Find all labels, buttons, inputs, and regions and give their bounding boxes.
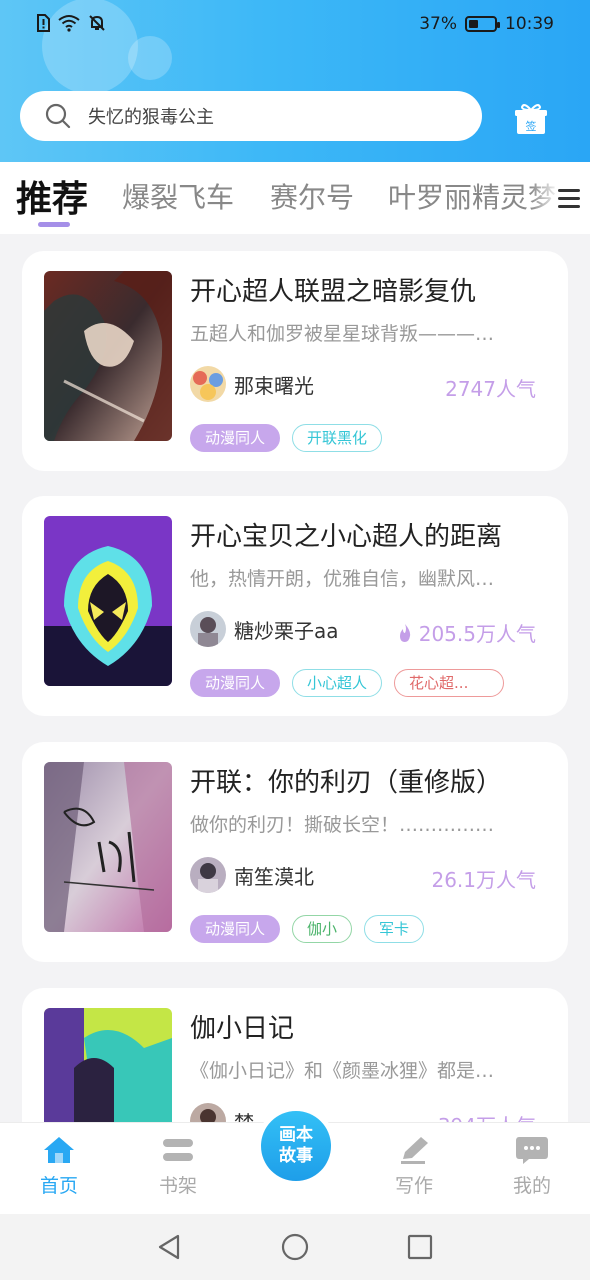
author-name: 那束曙光 [234,373,314,398]
story-card[interactable]: 开心超人联盟之暗影复仇 五超人和伽罗被星星球背叛———… 那束曙光 2747人气… [22,251,568,471]
popularity: 26.1万人气 [431,864,536,893]
system-nav-bar [0,1214,590,1280]
tag[interactable]: 军卡 [364,915,425,943]
clock: 10:39 [505,14,554,34]
search-icon [45,103,71,129]
search-bar[interactable]: 失忆的狠毒公主 [20,91,482,141]
popularity-count: 205.5万人气 [418,622,536,646]
nav-write[interactable]: 写作 [374,1135,454,1198]
category-tabs: 推荐 爆裂飞车 赛尔号 叶罗丽精灵梦 [0,162,590,234]
tab-recommend[interactable]: 推荐 [16,170,88,222]
home-icon [44,1137,74,1163]
tag[interactable]: 动漫同人 [190,669,281,697]
avatar[interactable] [190,611,226,647]
sim-alert-icon [37,14,50,32]
story-cover[interactable] [44,762,172,932]
tag[interactable]: 小心超人 [292,669,383,697]
tag[interactable]: 花心超... [394,669,505,697]
tag[interactable]: 动漫同人 [190,424,281,452]
popularity-count: 26.1万人气 [431,868,536,892]
story-card[interactable]: 开联：你的利刃（重修版） 做你的利刃！撕破长空！…………… 南笙漠北 26.1万… [22,742,568,962]
story-desc: 他，热情开朗，优雅自信，幽默风… [190,568,495,590]
nav-home[interactable]: 首页 [19,1135,99,1198]
wifi-icon [58,15,80,32]
chat-bubble-icon [516,1137,548,1164]
back-icon[interactable] [154,1232,184,1262]
nav-bookshelf-label: 书架 [158,1175,197,1197]
story-title[interactable]: 开心超人联盟之暗影复仇 [190,271,476,308]
nav-mine-label: 我的 [512,1175,551,1197]
bookshelf-icon [163,1139,193,1161]
story-title[interactable]: 开联：你的利刃（重修版） [190,762,502,799]
tag[interactable]: 伽小 [292,915,353,943]
header: 37% 10:39 失忆的狠毒公主 签 [0,0,590,162]
recents-icon[interactable] [406,1233,434,1261]
story-cover[interactable] [44,271,172,441]
checkin-label: 签 [526,119,537,133]
author-name: 糖炒栗子aa [234,618,339,643]
story-tags: 动漫同人 伽小 军卡 [190,915,425,943]
story-title[interactable]: 开心宝贝之小心超人的距离 [190,516,502,553]
popularity-count: 2747人气 [445,377,536,401]
nav-home-label: 首页 [39,1175,78,1197]
mute-bell-icon [89,15,105,31]
story-desc: 五超人和伽罗被星星球背叛———… [190,323,495,345]
story-tags: 动漫同人 小心超人 花心超... [190,669,505,697]
story-desc: 《伽小日记》和《颜墨冰狸》都是… [190,1060,495,1082]
tab-saierhao[interactable]: 赛尔号 [270,176,354,216]
tag[interactable]: 开联黑化 [292,424,383,452]
status-bar: 37% 10:39 [0,12,590,40]
tab-baolie-feiche[interactable]: 爆裂飞车 [122,176,234,216]
story-card[interactable]: 开心宝贝之小心超人的距离 他，热情开朗，优雅自信，幽默风… 糖炒栗子aa 205… [22,496,568,716]
avatar[interactable] [190,857,226,893]
nav-mine[interactable]: 我的 [492,1135,572,1198]
popularity: 2747人气 [445,373,536,402]
story-author[interactable]: 糖炒栗子aa [190,611,339,647]
active-tab-indicator [38,222,70,227]
battery-percent: 37% [419,14,457,34]
story-desc: 做你的利刃！撕破长空！…………… [190,814,495,836]
story-author[interactable]: 南笙漠北 [190,857,314,893]
pencil-icon [401,1137,428,1164]
flame-icon [399,623,410,642]
story-tags: 动漫同人 开联黑化 [190,424,383,452]
tag[interactable]: 动漫同人 [190,915,281,943]
story-cover[interactable] [44,516,172,686]
battery-icon [465,16,500,32]
create-story-label-line2: 故事 [279,1146,313,1166]
avatar[interactable] [190,366,226,402]
story-author[interactable]: 那束曙光 [190,366,314,402]
create-story-button[interactable]: 画本 故事 [256,1106,336,1186]
checkin-gift-icon[interactable]: 签 [514,102,548,136]
story-title[interactable]: 伽小日记 [190,1008,294,1045]
nav-write-label: 写作 [394,1175,433,1197]
search-placeholder: 失忆的狠毒公主 [88,107,214,128]
nav-bookshelf[interactable]: 书架 [138,1135,218,1198]
home-circle-icon[interactable] [280,1232,310,1262]
decor-bubble-small [128,36,172,80]
popularity: 205.5万人气 [397,618,536,647]
author-name: 南笙漠北 [234,864,314,889]
create-story-label-line1: 画本 [279,1125,313,1145]
menu-list-icon[interactable] [554,184,584,214]
